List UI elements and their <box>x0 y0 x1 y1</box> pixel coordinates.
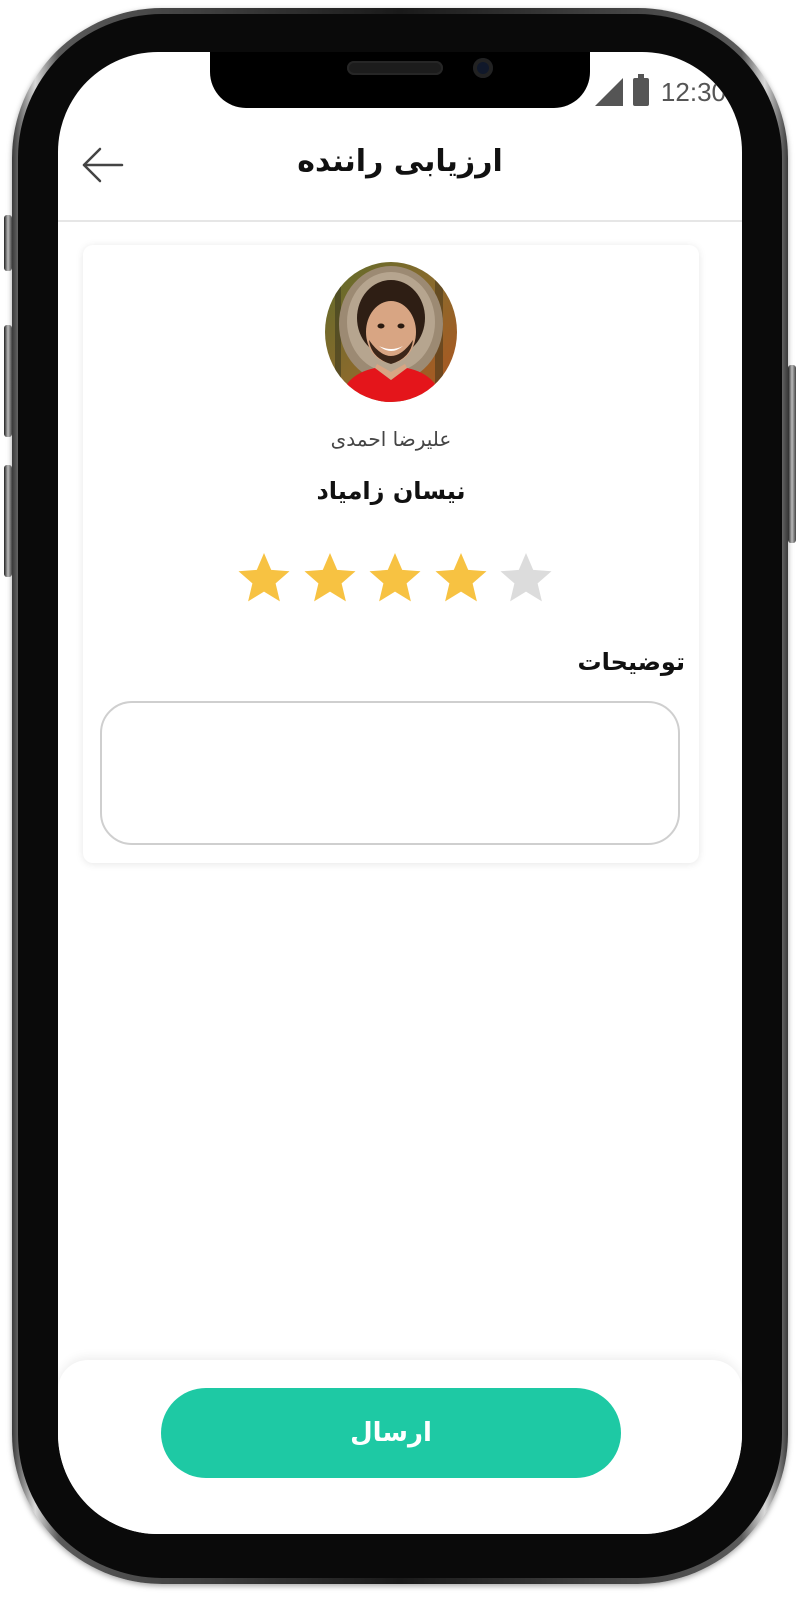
star-5-empty-icon[interactable] <box>497 550 555 608</box>
signal-icon <box>594 78 623 106</box>
star-4-filled-icon[interactable] <box>432 550 490 608</box>
silent-switch <box>4 215 12 271</box>
power-button <box>788 365 796 543</box>
speaker-grille <box>347 61 443 75</box>
rating-card: علیرضا احمدی نیسان زامیاد توضیحات <box>83 245 699 863</box>
star-3-filled-icon[interactable] <box>366 550 424 608</box>
status-time: 12:30 <box>660 76 726 107</box>
star-2-filled-icon[interactable] <box>301 550 359 608</box>
notch <box>210 52 590 108</box>
volume-up-button <box>4 325 12 437</box>
front-camera <box>473 58 493 78</box>
stage: 12:30 ارزیابی راننده علیرضا احمدی نیسان … <box>0 0 800 1600</box>
car-name: نیسان زامیاد <box>316 477 466 505</box>
status-bar: 12:30 <box>594 72 726 112</box>
star-rating <box>235 550 555 610</box>
battery-icon <box>632 74 649 106</box>
page-title: ارزیابی راننده <box>297 144 503 179</box>
submit-button[interactable]: ارسال <box>161 1388 621 1478</box>
comments-label: توضیحات <box>577 648 685 676</box>
comments-input[interactable] <box>100 701 680 845</box>
phone-screen: 12:30 ارزیابی راننده علیرضا احمدی نیسان … <box>58 52 742 1534</box>
volume-down-button <box>4 465 12 577</box>
driver-avatar <box>325 262 457 402</box>
header: ارزیابی راننده <box>58 122 742 222</box>
bottom-action-bar: ارسال <box>58 1360 742 1534</box>
star-1-filled-icon[interactable] <box>235 550 293 608</box>
driver-name: علیرضا احمدی <box>330 427 452 451</box>
